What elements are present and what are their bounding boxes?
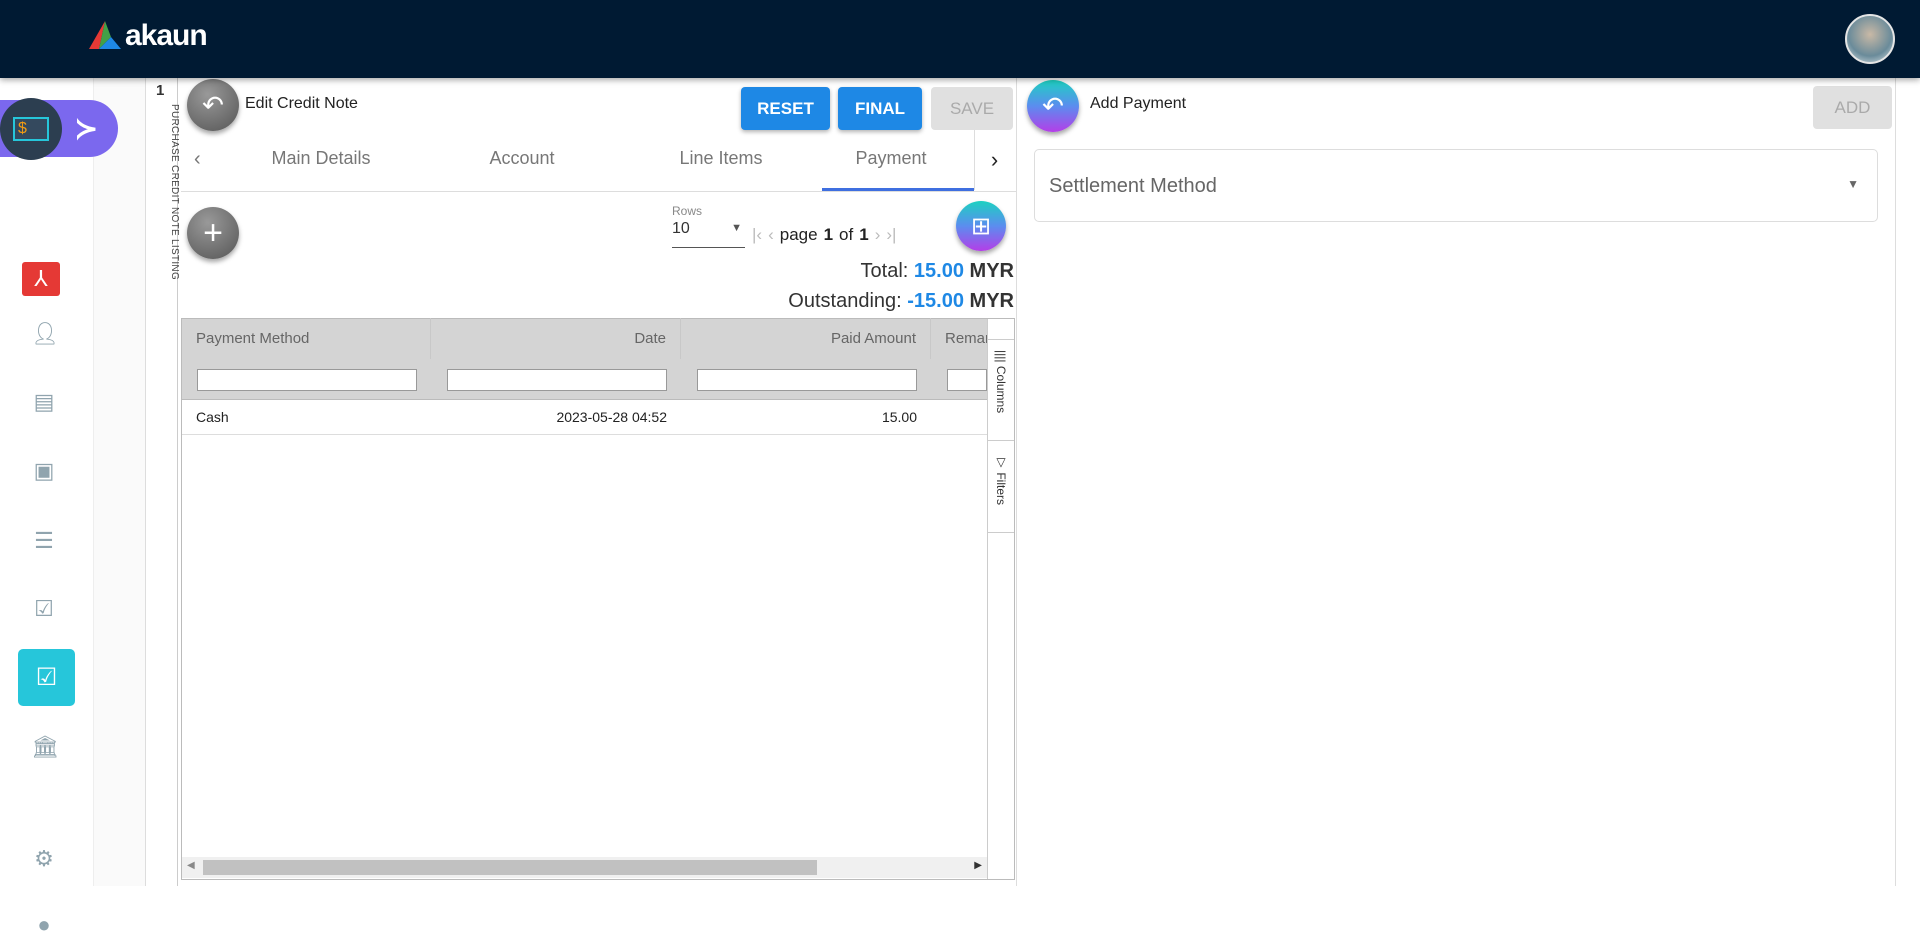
billing-app-icon[interactable]: $ — [0, 98, 62, 160]
columns-icon: |||| — [994, 350, 1008, 366]
next-page-icon[interactable]: › — [875, 225, 881, 245]
columns-label: Columns — [994, 365, 1008, 414]
filter-remarks[interactable] — [947, 369, 987, 391]
page-title: Edit Credit Note — [245, 95, 358, 112]
grid-side-bar: |||| Columns ▽ Filters — [987, 319, 1014, 879]
tab-main-details[interactable]: Main Details — [271, 148, 370, 169]
columns-tool-button[interactable]: |||| Columns — [988, 339, 1014, 441]
profile-icon[interactable]: ● — [31, 912, 57, 938]
back-button[interactable]: ↶ — [187, 79, 239, 131]
cell-method: Cash — [196, 409, 229, 425]
grid-view-button[interactable]: ⊞ — [956, 201, 1006, 251]
logo-icon — [89, 21, 121, 49]
sidebar: ⅄ 👤︎ ▤ ▣ ☰ ☑ ☑ 🏛︎ ⚙ ● — [0, 78, 94, 937]
pdf-app-icon[interactable]: ⅄ — [22, 262, 60, 296]
filters-label: Filters — [994, 472, 1008, 506]
tab-prev-icon[interactable]: ‹ — [194, 148, 201, 171]
filter-date[interactable] — [447, 369, 667, 391]
vertical-tab-listing[interactable]: 1 PURCHASE CREDIT NOTE LISTING — [146, 78, 180, 886]
rows-value: 10 — [672, 220, 690, 237]
tab-line-items[interactable]: Line Items — [679, 148, 762, 169]
cell-date: 2023-05-28 04:52 — [556, 409, 667, 425]
save-button[interactable]: SAVE — [931, 87, 1013, 130]
add-payment-button[interactable]: + — [187, 207, 239, 259]
filters-tool-button[interactable]: ▽ Filters — [988, 443, 1014, 533]
side-strip — [94, 78, 146, 886]
scroll-right-icon[interactable]: ▶ — [974, 860, 982, 871]
outstanding-currency: MYR — [969, 290, 1014, 312]
listing-label: PURCHASE CREDIT NOTE LISTING — [169, 104, 180, 281]
tab-payment[interactable]: Payment — [855, 148, 926, 169]
top-bar: akaun — [0, 0, 1920, 78]
final-button[interactable]: FINAL — [838, 87, 922, 130]
rows-label: Rows — [672, 204, 703, 218]
current-page: 1 — [823, 225, 834, 244]
bank-icon[interactable]: 🏛︎ — [31, 734, 59, 760]
settlement-method-placeholder: Settlement Method — [1049, 175, 1217, 197]
chevron-down-icon: ▼ — [1847, 177, 1859, 191]
column-header-remarks[interactable]: Remarks — [931, 318, 987, 359]
column-header-payment-method[interactable]: Payment Method — [182, 318, 431, 359]
outstanding-line: Outstanding: -15.00 MYR — [788, 290, 1014, 313]
scroll-left-icon[interactable]: ◀ — [187, 860, 195, 871]
outstanding-value: -15.00 — [907, 290, 964, 312]
divider — [181, 191, 1016, 192]
total-label: Total: — [860, 260, 909, 282]
display-icon[interactable]: ▣ — [31, 458, 57, 484]
menu-expand-icon: ≻ — [74, 113, 98, 144]
total-pages: 1 — [859, 225, 869, 244]
total-line: Total: 15.00 MYR — [861, 260, 1014, 283]
last-page-icon[interactable]: ›| — [886, 225, 896, 245]
page-word: page — [779, 225, 818, 244]
sidebar-item-credit-note[interactable]: ☑ — [18, 649, 75, 706]
contacts-icon[interactable]: 👤︎ — [31, 321, 59, 347]
card-icon[interactable]: ▤ — [31, 389, 57, 415]
settlement-method-select[interactable]: Settlement Method ▼ — [1034, 149, 1878, 222]
user-avatar[interactable] — [1845, 14, 1895, 64]
first-page-icon[interactable]: |‹ — [752, 225, 762, 245]
filter-payment-method[interactable] — [197, 369, 417, 391]
listing-count: 1 — [156, 82, 165, 99]
tab-next-icon[interactable]: › — [974, 130, 1014, 190]
payment-title: Add Payment — [1090, 95, 1187, 112]
akaun-logo[interactable]: akaun — [89, 18, 208, 54]
horizontal-scrollbar[interactable]: ◀ ▶ — [182, 857, 987, 878]
prev-page-icon[interactable]: ‹ — [768, 225, 774, 245]
column-header-date[interactable]: Date — [431, 318, 681, 359]
tab-account[interactable]: Account — [489, 148, 554, 169]
filter-icon: ▽ — [994, 455, 1008, 473]
reset-button[interactable]: RESET — [741, 87, 830, 130]
scrollbar-thumb[interactable] — [203, 860, 817, 875]
chevron-down-icon: ▼ — [731, 222, 742, 234]
column-header-paid-amount[interactable]: Paid Amount — [681, 318, 931, 359]
filter-paid-amount[interactable] — [697, 369, 917, 391]
dollar-icon: $ — [13, 117, 49, 141]
logo-text: akaun — [125, 19, 208, 52]
payment-back-button[interactable]: ↶ — [1027, 80, 1079, 132]
add-button[interactable]: ADD — [1813, 86, 1892, 129]
total-currency: MYR — [969, 260, 1014, 282]
rows-select[interactable]: 10 ▼ — [672, 220, 745, 248]
document-check-icon[interactable]: ☑ — [31, 596, 57, 622]
receipt-icon[interactable]: ☰ — [31, 528, 57, 554]
of-word: of — [839, 225, 854, 244]
total-value: 15.00 — [913, 260, 964, 282]
settings-icon[interactable]: ⚙ — [31, 846, 57, 872]
cell-amount: 15.00 — [881, 409, 917, 425]
outstanding-label: Outstanding: — [788, 290, 902, 312]
